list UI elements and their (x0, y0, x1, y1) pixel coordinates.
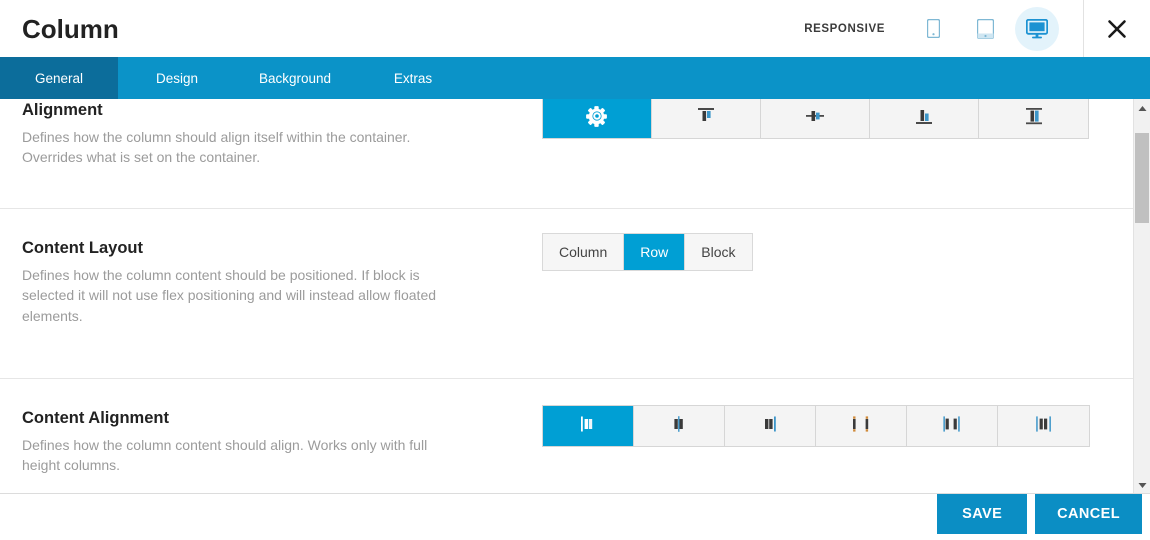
alignment-button-group (542, 99, 1089, 139)
close-icon (1107, 19, 1127, 39)
page-title: Column (22, 13, 119, 44)
vertical-scrollbar[interactable] (1133, 99, 1150, 493)
scrollbar-down-arrow[interactable] (1134, 476, 1150, 493)
tab-background[interactable]: Background (236, 57, 354, 99)
section-content-alignment: Content Alignment Defines how the column… (0, 379, 1133, 493)
tablet-icon (976, 18, 994, 39)
content-layout-column-button[interactable]: Column (543, 234, 625, 270)
section-content-alignment-control (542, 405, 1113, 447)
save-button[interactable]: SAVE (937, 494, 1028, 534)
section-alignment-description: Defines how the column should align itse… (22, 128, 411, 166)
section-alignment-title: Alignment (22, 101, 103, 119)
justify-space-between-icon (846, 413, 876, 440)
desktop-device-button[interactable] (1015, 6, 1059, 51)
gear-icon (586, 105, 608, 132)
alignment-bottom-button[interactable] (870, 99, 979, 138)
section-alignment-control (542, 99, 1113, 139)
section-content-alignment-text: Content Alignment Defines how the column… (22, 407, 542, 476)
content-align-start-button[interactable] (543, 406, 634, 446)
justify-start-icon (575, 413, 601, 440)
tab-extras[interactable]: Extras (354, 57, 472, 99)
section-content-layout-title: Content Layout (22, 239, 143, 257)
content-layout-block-label: Block (701, 244, 736, 260)
modal-header: Column RESPONSIVE (0, 0, 1150, 57)
content-layout-row-label: Row (640, 244, 669, 260)
tab-design-label: Design (155, 70, 199, 86)
justify-space-evenly-icon (1029, 413, 1059, 440)
alignment-default-button[interactable] (543, 99, 652, 138)
responsive-label: RESPONSIVE (804, 22, 885, 35)
content-layout-button-group: Column Row Block (542, 233, 753, 271)
cancel-button[interactable]: CANCEL (1035, 494, 1142, 534)
content-alignment-button-group (542, 405, 1090, 447)
tab-design[interactable]: Design (118, 57, 236, 99)
section-content-alignment-title: Content Alignment (22, 409, 169, 427)
settings-content: Alignment Defines how the column should … (0, 99, 1133, 493)
content-layout-column-label: Column (559, 244, 608, 260)
chevron-down-icon (1138, 476, 1147, 494)
desktop-icon (1026, 18, 1048, 39)
header-right-controls: RESPONSIVE (804, 0, 1150, 57)
section-content-layout-text: Content Layout Defines how the column co… (22, 237, 542, 326)
mobile-icon (926, 19, 940, 38)
align-stretch-icon (1021, 105, 1047, 132)
alignment-middle-button[interactable] (761, 99, 870, 138)
justify-center-icon (666, 413, 692, 440)
justify-space-around-icon (937, 413, 967, 440)
content-align-end-button[interactable] (725, 406, 816, 446)
scrollbar-thumb[interactable] (1135, 133, 1149, 223)
section-alignment-text: Alignment Defines how the column should … (22, 99, 542, 168)
content-align-space-around-button[interactable] (907, 406, 998, 446)
section-content-alignment-description: Defines how the column content should al… (22, 436, 428, 474)
scrollbar-up-arrow[interactable] (1134, 99, 1150, 116)
align-middle-icon (802, 105, 828, 132)
alignment-stretch-button[interactable] (979, 99, 1088, 138)
tab-general[interactable]: General (0, 57, 118, 108)
content-align-space-between-button[interactable] (816, 406, 907, 446)
content-layout-block-button[interactable]: Block (685, 234, 752, 270)
section-content-layout-description: Defines how the column content should be… (22, 266, 437, 324)
justify-end-icon (757, 413, 783, 440)
section-content-layout-control: Column Row Block (542, 233, 1113, 271)
modal-footer: SAVE CANCEL (0, 493, 1150, 540)
content-layout-row-button[interactable]: Row (624, 234, 686, 270)
section-alignment: Alignment Defines how the column should … (0, 99, 1133, 209)
align-top-icon (693, 105, 719, 132)
tab-extras-label: Extras (393, 70, 433, 86)
settings-scroll-area: Alignment Defines how the column should … (0, 99, 1150, 493)
align-bottom-icon (911, 105, 937, 132)
scrollbar-track[interactable] (1134, 116, 1150, 476)
section-content-layout: Content Layout Defines how the column co… (0, 209, 1133, 379)
mobile-device-button[interactable] (911, 7, 955, 51)
column-settings-modal: Column RESPONSIVE General Design Backgro… (0, 0, 1150, 540)
content-align-center-button[interactable] (634, 406, 725, 446)
tab-general-label: General (34, 70, 84, 86)
tablet-device-button[interactable] (963, 7, 1007, 51)
alignment-top-button[interactable] (652, 99, 761, 138)
tab-bar: General Design Background Extras (0, 57, 1150, 108)
close-button[interactable] (1084, 0, 1150, 57)
tab-background-label: Background (258, 70, 332, 86)
content-align-space-evenly-button[interactable] (998, 406, 1089, 446)
chevron-up-icon (1138, 99, 1147, 117)
